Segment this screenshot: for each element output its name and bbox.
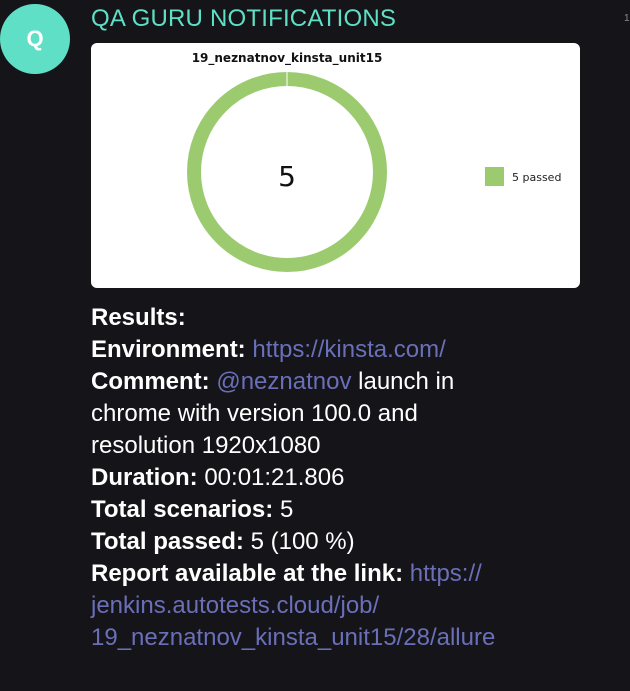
total-passed-line: Total passed: 5 (100 %) bbox=[91, 526, 616, 558]
channel-name[interactable]: QA GURU NOTIFICATIONS bbox=[91, 4, 396, 34]
donut-chart: 19_neznatnov_kinsta_unit15 5 5 passed bbox=[187, 51, 561, 272]
total-passed-label: Total passed: bbox=[91, 528, 244, 555]
chart-legend: 5 passed bbox=[485, 167, 561, 186]
environment-link[interactable]: https://kinsta.com/ bbox=[252, 336, 445, 363]
total-scenarios-line: Total scenarios: 5 bbox=[91, 494, 616, 526]
total-scenarios-value: 5 bbox=[273, 496, 294, 523]
comment-mention-link[interactable]: @neznatnov bbox=[216, 368, 351, 395]
duration-line: Duration: 00:01:21.806 bbox=[91, 462, 616, 494]
report-link-part-2[interactable]: jenkins.autotests.cloud/job/ bbox=[91, 590, 616, 622]
duration-label: Duration: bbox=[91, 464, 198, 491]
report-link-part-1[interactable]: https:// bbox=[410, 560, 482, 587]
report-link-part-3[interactable]: 19_neznatnov_kinsta_unit15/28/allure bbox=[91, 622, 616, 654]
report-line: Report available at the link: https:// bbox=[91, 558, 616, 590]
chart-title: 19_neznatnov_kinsta_unit15 bbox=[192, 51, 383, 66]
comment-line-3: resolution 1920x1080 bbox=[91, 432, 321, 459]
total-scenarios-label: Total scenarios: bbox=[91, 496, 274, 523]
legend-swatch bbox=[485, 167, 504, 186]
report-label: Report available at the link: bbox=[91, 560, 404, 587]
environment-line: Environment: https://kinsta.com/ bbox=[91, 334, 616, 366]
legend-label: 5 passed bbox=[512, 171, 561, 184]
chart-center-value: 5 bbox=[278, 160, 296, 193]
comment-text: launch in bbox=[351, 368, 455, 395]
chart-image[interactable]: 19_neznatnov_kinsta_unit15 5 5 passed bbox=[91, 43, 580, 288]
comment-line-2: chrome with version 100.0 and bbox=[91, 400, 418, 427]
total-passed-value: 5 (100 %) bbox=[243, 528, 355, 555]
channel-avatar[interactable]: Q bbox=[0, 4, 70, 74]
comment-line: Comment: @neznatnov launch in bbox=[91, 366, 616, 398]
message-text: Results: Environment: https://kinsta.com… bbox=[91, 302, 616, 654]
comment-label: Comment: bbox=[91, 368, 210, 395]
avatar-letter: Q bbox=[26, 26, 44, 51]
results-label: Results: bbox=[91, 304, 186, 331]
corner-mark: 1 bbox=[624, 13, 630, 24]
results-line: Results: bbox=[91, 302, 616, 334]
telegram-message-view: Q 1 QA GURU NOTIFICATIONS 19_neznatnov_k… bbox=[0, 0, 630, 691]
environment-label: Environment: bbox=[91, 336, 246, 363]
duration-value: 00:01:21.806 bbox=[197, 464, 345, 491]
